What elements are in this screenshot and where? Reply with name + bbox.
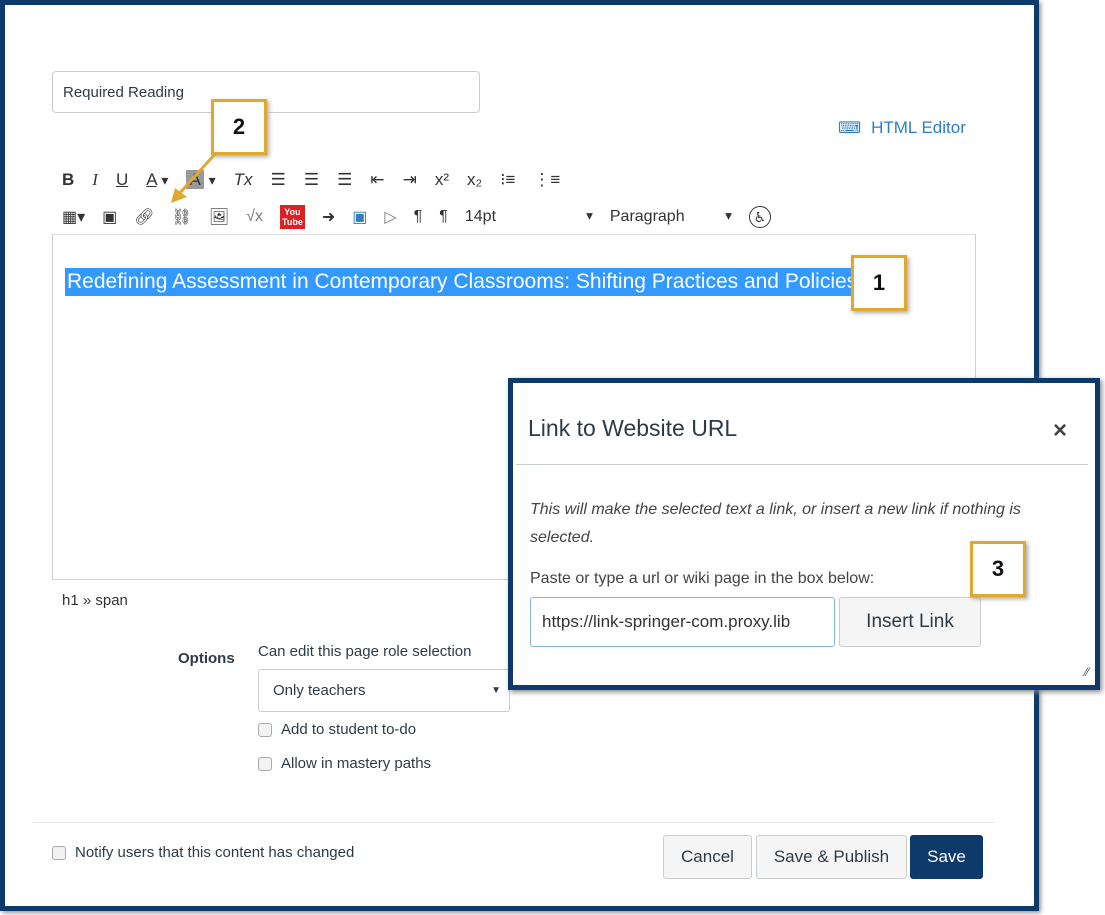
- media-icon[interactable]: ▣: [102, 207, 117, 227]
- youtube-icon[interactable]: You Tube: [280, 205, 305, 229]
- video-icon[interactable]: ▷: [384, 207, 396, 227]
- close-icon[interactable]: ×: [1053, 417, 1067, 445]
- role-select[interactable]: Only teachers ▼: [258, 669, 510, 712]
- footer-divider: [33, 822, 995, 823]
- align-right-icon[interactable]: ☰: [337, 170, 352, 190]
- bold-button[interactable]: B: [62, 170, 74, 190]
- save-button[interactable]: Save: [910, 835, 983, 879]
- align-left-icon[interactable]: ☰: [271, 170, 286, 190]
- resize-handle-icon[interactable]: ⁄⁄: [1085, 665, 1089, 679]
- subscript-button[interactable]: x₂: [467, 170, 482, 190]
- ltr-icon[interactable]: ¶: [414, 208, 423, 226]
- underline-button[interactable]: U: [116, 170, 128, 190]
- mastery-label: Allow in mastery paths: [281, 755, 432, 772]
- image-icon[interactable]: 🖼︎: [209, 207, 229, 227]
- italic-button[interactable]: I: [92, 170, 98, 190]
- dialog-prompt: Paste or type a url or wiki page in the …: [530, 570, 875, 587]
- todo-option[interactable]: Add to student to-do: [258, 721, 416, 738]
- mastery-checkbox[interactable]: [258, 757, 272, 772]
- align-center-icon[interactable]: ☰: [304, 170, 319, 190]
- superscript-button[interactable]: x²: [435, 170, 449, 190]
- role-selection-label: Can edit this page role selection: [258, 643, 472, 660]
- url-input[interactable]: [530, 597, 835, 647]
- unlink-icon[interactable]: ⛓︎: [172, 207, 192, 227]
- save-publish-button[interactable]: Save & Publish: [756, 835, 907, 879]
- notify-option[interactable]: Notify users that this content has chang…: [52, 844, 354, 861]
- table-icon[interactable]: ▦▾: [62, 207, 85, 227]
- notify-label: Notify users that this content has chang…: [75, 844, 355, 861]
- todo-checkbox[interactable]: [258, 723, 272, 738]
- cancel-button[interactable]: Cancel: [663, 835, 752, 879]
- indent-icon[interactable]: ⇥: [403, 170, 417, 190]
- accessibility-icon[interactable]: ♿︎: [748, 206, 771, 228]
- callout-3: 3: [970, 541, 1026, 597]
- keyboard-icon: ⌨: [838, 120, 862, 137]
- block-format-select[interactable]: Paragraph ▾: [610, 208, 732, 226]
- role-select-value: Only teachers: [273, 682, 366, 699]
- link-icon[interactable]: 🔗︎: [134, 207, 154, 227]
- insert-link-button[interactable]: Insert Link: [839, 597, 981, 647]
- dialog-title: Link to Website URL: [528, 415, 738, 441]
- rtl-icon[interactable]: ¶: [439, 208, 448, 226]
- font-size-select[interactable]: 14pt ▾: [465, 208, 593, 226]
- outdent-icon[interactable]: ⇤: [370, 170, 384, 190]
- callout-1: 1: [851, 255, 907, 311]
- todo-label: Add to student to-do: [281, 721, 417, 738]
- element-path: h1 » span: [62, 592, 128, 609]
- options-label: Options: [178, 650, 235, 667]
- lti-tool-icon[interactable]: ▣: [352, 207, 367, 227]
- bullet-list-icon[interactable]: ⁝≡: [500, 170, 515, 190]
- dropdown-arrow-icon: ▼: [491, 685, 501, 696]
- math-icon[interactable]: √x: [246, 208, 263, 226]
- link-dialog: Link to Website URL × This will make the…: [508, 378, 1100, 690]
- callout-2: 2: [211, 99, 267, 155]
- clear-formatting-button[interactable]: Tx: [234, 170, 253, 190]
- mastery-option[interactable]: Allow in mastery paths: [258, 755, 431, 772]
- notify-checkbox[interactable]: [52, 846, 66, 861]
- dialog-divider: [516, 464, 1088, 465]
- numbered-list-icon[interactable]: ⋮≡: [533, 170, 560, 190]
- external-tool-icon[interactable]: ➜: [322, 207, 335, 227]
- selected-heading-text[interactable]: Redefining Assessment in Contemporary Cl…: [65, 268, 860, 296]
- html-editor-link[interactable]: ⌨ HTML Editor: [838, 118, 966, 138]
- callout-arrow: [171, 152, 217, 203]
- toolbar-row-1: B I U A ▾ A ▾ Tx ☰ ☰ ☰ ⇤ ⇥ x² x₂ ⁝≡ ⋮≡: [62, 170, 560, 190]
- html-editor-label: HTML Editor: [871, 118, 966, 137]
